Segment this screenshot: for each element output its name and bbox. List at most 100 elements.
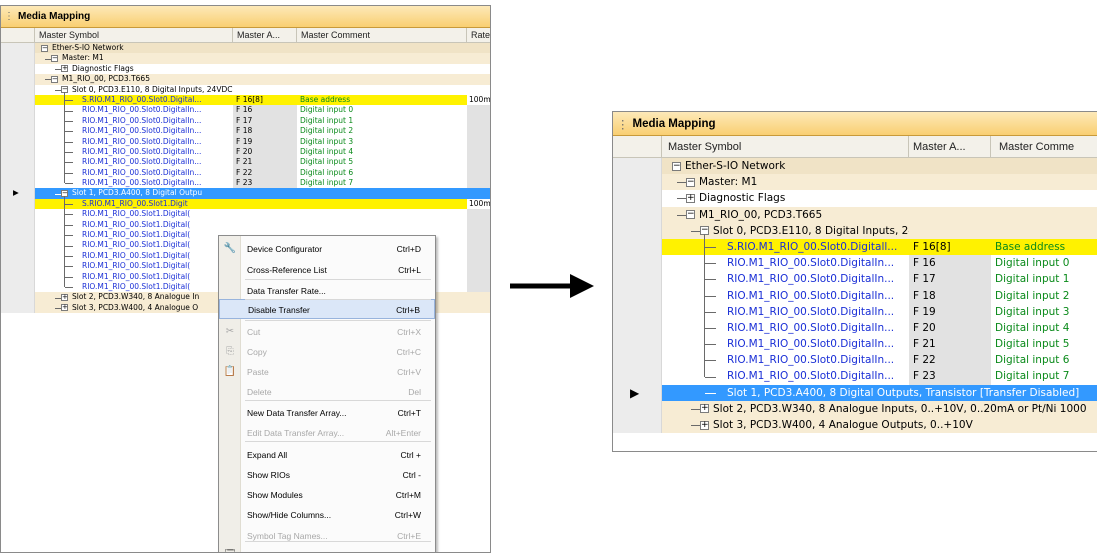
tree-row-digital-input[interactable]: RIO.M1_RIO_00.Slot0.DigitalIn... F 20 Digi… bbox=[613, 319, 1097, 337]
row-selector[interactable] bbox=[1, 74, 35, 85]
row-selector[interactable] bbox=[1, 250, 35, 262]
tree-row-digital-input[interactable]: RIO.M1_RIO_00.Slot0.DigitalIn... F 20 Digi… bbox=[1, 146, 490, 158]
collapse-icon[interactable]: − bbox=[51, 75, 58, 83]
column-header-master-symbol[interactable]: Master Symbol bbox=[35, 28, 233, 42]
expand-icon[interactable]: + bbox=[686, 193, 695, 203]
expand-icon[interactable]: + bbox=[61, 304, 68, 312]
tree-row-master[interactable]: − Master: M1 bbox=[1, 53, 490, 64]
row-selector[interactable] bbox=[613, 206, 662, 223]
tree-row-digital-input[interactable]: RIO.M1_RIO_00.Slot0.DigitalIn... F 19 Digi… bbox=[1, 136, 490, 147]
row-selector[interactable] bbox=[1, 178, 35, 189]
row-selector[interactable] bbox=[1, 261, 35, 272]
row-selector[interactable] bbox=[613, 303, 662, 320]
tree-row-slot0[interactable]: −Slot 0, PCD3.E110, 8 Digital Inputs, 24… bbox=[613, 222, 1097, 239]
row-selector[interactable] bbox=[1, 136, 35, 147]
tree-row-digital-input[interactable]: RIO.M1_RIO_00.Slot0.DigitalIn... F 17 Digi… bbox=[1, 115, 490, 127]
menu-item-data-transfer-rate[interactable]: Data Transfer Rate... bbox=[219, 281, 435, 301]
row-selector[interactable] bbox=[1, 271, 35, 282]
menu-item-cross-reference-list[interactable]: Cross-Reference List Ctrl+L bbox=[219, 260, 435, 280]
tree-row-master[interactable]: − Master: M1 bbox=[613, 174, 1097, 191]
row-selector[interactable] bbox=[1, 219, 35, 231]
tree-row-digital-output[interactable]: RIO.M1_RIO_00.Slot1.Digital( bbox=[1, 209, 490, 220]
row-selector[interactable] bbox=[613, 174, 662, 191]
row-selector[interactable] bbox=[1, 105, 35, 116]
row-selector[interactable] bbox=[613, 222, 662, 239]
collapse-icon[interactable]: − bbox=[686, 210, 695, 220]
row-selector[interactable] bbox=[613, 336, 662, 353]
menu-item-show-modules[interactable]: Show Modules Ctrl+M bbox=[219, 485, 435, 505]
column-header-master-address[interactable]: Master A... bbox=[233, 28, 297, 42]
tree-row-digital-input[interactable]: RIO.M1_RIO_00.Slot0.DigitalIn... F 16 Digi… bbox=[613, 255, 1097, 272]
column-header-master-comment[interactable]: Master Comment bbox=[297, 28, 467, 42]
expand-icon[interactable]: + bbox=[61, 293, 68, 301]
column-header-rate[interactable]: Rate bbox=[467, 28, 490, 42]
tree-row-digital-input[interactable]: RIO.M1_RIO_00.Slot0.DigitalIn... F 23 Digi… bbox=[613, 368, 1097, 385]
tree-row-digital-input[interactable]: RIO.M1_RIO_00.Slot0.DigitalIn... F 19 Digi… bbox=[613, 303, 1097, 320]
tree-row-slot2[interactable]: + Slot 2, PCD3.W340, 8 Analogue Inputs, 0… bbox=[613, 400, 1097, 417]
tree-row-digital-input[interactable]: RIO.M1_RIO_00.Slot0.DigitalIn... F 17 Digi… bbox=[613, 271, 1097, 288]
row-selector[interactable] bbox=[1, 84, 35, 95]
expand-icon[interactable]: + bbox=[700, 404, 709, 414]
row-selector[interactable] bbox=[1, 281, 35, 293]
tree-row-digital-input[interactable]: RIO.M1_RIO_00.Slot0.DigitalIn... F 23 Digi… bbox=[1, 178, 490, 189]
row-selector[interactable] bbox=[1, 167, 35, 179]
row-selector[interactable] bbox=[1, 230, 35, 241]
row-selector[interactable] bbox=[1, 63, 35, 75]
tree-row-digital-input[interactable]: RIO.M1_RIO_00.Slot0.DigitalIn... F 21 Digi… bbox=[613, 336, 1097, 353]
tree-row-base-address[interactable]: S.RIO.M1_RIO_00.Slot0.Digital... F 16[8] B… bbox=[1, 94, 490, 106]
tree-row-slot3[interactable]: + Slot 3, PCD3.W400, 4 Analogue Outputs, … bbox=[613, 417, 1097, 434]
row-selector[interactable] bbox=[1, 157, 35, 168]
expand-icon[interactable]: + bbox=[700, 420, 709, 430]
row-selector[interactable] bbox=[613, 158, 662, 175]
collapse-icon[interactable]: − bbox=[686, 177, 695, 187]
row-selector[interactable] bbox=[613, 352, 662, 369]
row-selector[interactable] bbox=[613, 319, 662, 337]
menu-item-disable-transfer[interactable]: Disable Transfer Ctrl+B bbox=[219, 299, 435, 319]
row-selector[interactable] bbox=[1, 53, 35, 64]
row-selector[interactable] bbox=[1, 240, 35, 251]
collapse-icon[interactable]: − bbox=[672, 161, 681, 171]
tree-row-digital-input[interactable]: RIO.M1_RIO_00.Slot0.DigitalIn... F 18 Digi… bbox=[1, 126, 490, 137]
tree-row-digital-input[interactable]: RIO.M1_RIO_00.Slot0.DigitalIn... F 21 Digi… bbox=[1, 157, 490, 168]
tree-row-base-address[interactable]: S.RIO.M1_RIO_00.Slot0.Digitall... F 16[8]… bbox=[613, 238, 1097, 256]
column-header-master-comment[interactable]: Master Comme bbox=[991, 136, 1097, 157]
row-selector[interactable] bbox=[613, 190, 662, 207]
menu-item-device-configurator[interactable]: 🔧 Device Configurator Ctrl+D bbox=[219, 239, 435, 259]
row-selector[interactable] bbox=[1, 292, 35, 303]
row-selector[interactable] bbox=[613, 400, 662, 417]
tree-row-digital-input[interactable]: RIO.M1_RIO_00.Slot0.DigitalIn... F 18 Digi… bbox=[613, 287, 1097, 304]
column-header-master-address[interactable]: Master A... bbox=[909, 136, 991, 157]
row-selector[interactable] bbox=[613, 417, 662, 434]
menu-item-new-data-transfer-array[interactable]: New Data Transfer Array... Ctrl+T bbox=[219, 403, 435, 423]
tree-row-network[interactable]: − Ether-S-IO Network bbox=[1, 43, 490, 54]
tree-row-rio[interactable]: − M1_RIO_00, PCD3.T665 bbox=[1, 74, 490, 85]
row-selector[interactable]: ▶ bbox=[1, 188, 35, 199]
tree-row-base-address[interactable]: S.RIO.M1_RIO_00.Slot1.Digit 100ms bbox=[1, 198, 490, 210]
row-selector[interactable] bbox=[613, 238, 662, 256]
row-selector[interactable] bbox=[613, 287, 662, 304]
tree-row-slot1-transfer-disabled[interactable]: ▶ Slot 1, PCD3.A400, 8 Digital Outputs, T… bbox=[613, 384, 1097, 401]
tree-row-rio[interactable]: − M1_RIO_00, PCD3.T665 bbox=[613, 206, 1097, 223]
menu-item-rio-properties[interactable]: 🗔RIO Properties...Alt+Enter bbox=[219, 545, 435, 552]
tree-row-slot1-selected[interactable]: ▶ − Slot 1, PCD3.A400, 8 Digital Outpu bbox=[1, 188, 490, 199]
row-selector[interactable] bbox=[613, 368, 662, 385]
row-selector[interactable] bbox=[1, 302, 35, 314]
row-selector[interactable]: ▶ bbox=[613, 384, 662, 401]
row-selector[interactable] bbox=[613, 255, 662, 272]
column-header-master-symbol[interactable]: Master Symbol bbox=[662, 136, 909, 157]
tree-row-network[interactable]: − Ether-S-IO Network bbox=[613, 158, 1097, 175]
menu-item-expand-all[interactable]: Expand All Ctrl + bbox=[219, 445, 435, 465]
row-selector[interactable] bbox=[1, 94, 35, 106]
row-selector[interactable] bbox=[1, 198, 35, 210]
expand-icon[interactable]: + bbox=[61, 65, 68, 73]
tree-row-digital-output[interactable]: RIO.M1_RIO_00.Slot1.Digital( bbox=[1, 219, 490, 231]
row-selector[interactable] bbox=[613, 271, 662, 288]
tree-row-digital-input[interactable]: RIO.M1_RIO_00.Slot0.DigitalIn... F 22 Digi… bbox=[613, 352, 1097, 369]
tree-row-diagnostic-flags[interactable]: + Diagnostic Flags bbox=[1, 63, 490, 75]
collapse-icon[interactable]: − bbox=[51, 54, 58, 62]
tree-row-diagnostic-flags[interactable]: + Diagnostic Flags bbox=[613, 190, 1097, 207]
menu-item-show-rios[interactable]: Show RIOs Ctrl - bbox=[219, 465, 435, 485]
row-selector[interactable] bbox=[1, 126, 35, 137]
tree-row-digital-input[interactable]: RIO.M1_RIO_00.Slot0.DigitalIn... F 22 Digi… bbox=[1, 167, 490, 179]
menu-item-show-hide-columns[interactable]: Show/Hide Columns... Ctrl+W bbox=[219, 505, 435, 525]
